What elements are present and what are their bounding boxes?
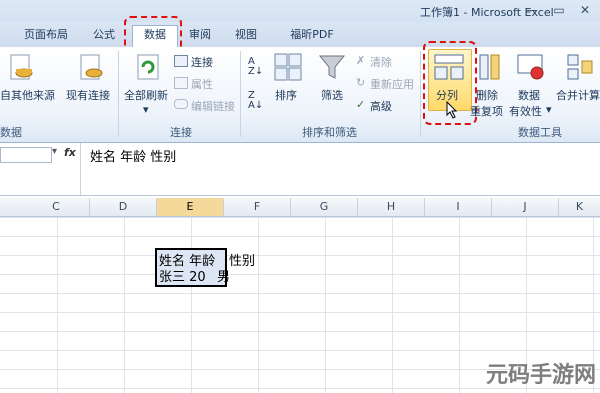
connections-icon — [174, 55, 188, 67]
filter-icon — [318, 55, 346, 79]
formula-bar: ▾ fx 姓名 年龄 性别 — [0, 143, 600, 196]
group-label-sort-filter: 排序和筛选 — [302, 126, 357, 139]
group-label-connections: 连接 — [170, 126, 192, 139]
group-separator — [240, 51, 241, 137]
sort-descending-icon[interactable]: Z A↓ — [248, 91, 263, 111]
column-header[interactable]: H — [358, 198, 425, 216]
sort-icon — [274, 53, 302, 81]
column-header[interactable]: C — [23, 198, 90, 216]
maximize-icon[interactable]: ▭ — [548, 3, 570, 18]
column-header[interactable]: I — [425, 198, 492, 216]
consolidate-button[interactable]: 合并计算 — [556, 87, 600, 103]
formula-input[interactable]: 姓名 年龄 性别 — [90, 146, 176, 165]
formula-divider — [80, 143, 81, 195]
connections-button[interactable]: 连接 — [191, 54, 213, 70]
remove-duplicates-label-2[interactable]: 重复项 — [470, 103, 503, 119]
tab-foxit-pdf[interactable]: 福昕PDF — [280, 26, 344, 46]
refresh-all-icon — [137, 54, 159, 80]
consolidate-icon — [567, 54, 593, 80]
name-box-dropdown-icon[interactable]: ▾ — [52, 146, 57, 157]
name-box[interactable] — [0, 147, 52, 163]
remove-duplicates-icon — [479, 54, 500, 80]
edit-links-icon — [174, 99, 188, 109]
reapply-button[interactable]: 重新应用 — [370, 76, 414, 92]
filter-button[interactable]: 筛选 — [321, 87, 343, 103]
close-icon[interactable]: ✕ — [574, 3, 596, 18]
group-label-data: 数据 — [0, 126, 22, 139]
existing-connections-button[interactable]: 现有连接 — [66, 87, 110, 103]
cell-e2-overflow[interactable]: 男 — [217, 266, 230, 285]
edit-links-button[interactable]: 编辑链接 — [191, 98, 235, 114]
clear-icon: ✗ — [356, 54, 366, 67]
column-header[interactable]: D — [90, 198, 157, 216]
watermark: 元码手游网 — [485, 363, 596, 388]
refresh-all-button[interactable]: 全部刷新 — [124, 87, 168, 103]
data-validation-dropdown-icon[interactable]: ▾ — [546, 103, 552, 116]
insert-function-icon[interactable]: fx — [64, 146, 76, 159]
title-bar: 工作簿1 - Microsoft Excel — ▭ ✕ — [0, 0, 600, 22]
highlight-text-to-columns — [423, 41, 477, 125]
remove-duplicates-label-1[interactable]: 删除 — [476, 87, 498, 103]
tab-review[interactable]: 审阅 — [182, 26, 218, 46]
group-label-data-tools: 数据工具 — [518, 126, 562, 139]
data-validation-label-1[interactable]: 数据 — [518, 87, 540, 103]
column-header-selected[interactable]: E — [157, 198, 224, 216]
group-separator — [420, 51, 421, 137]
data-validation-label-2[interactable]: 有效性 — [509, 103, 542, 119]
refresh-dropdown-icon[interactable]: ▾ — [143, 103, 149, 116]
column-header[interactable]: G — [291, 198, 358, 216]
clear-button[interactable]: 清除 — [370, 54, 392, 70]
properties-icon — [174, 77, 188, 89]
advanced-filter-icon: ✓ — [356, 98, 366, 111]
tab-view[interactable]: 视图 — [226, 26, 266, 46]
reapply-icon: ↻ — [356, 76, 366, 89]
sort-button[interactable]: 排序 — [275, 87, 297, 103]
group-separator — [118, 51, 119, 137]
data-validation-icon — [517, 54, 544, 80]
ribbon-tab-bar: 页面布局 公式 数据 审阅 视图 福昕PDF — [0, 22, 600, 48]
existing-connections-icon — [80, 54, 103, 80]
column-header[interactable]: J — [492, 198, 559, 216]
database-icon — [10, 54, 33, 80]
column-header-row: C D E F G H I J K — [0, 198, 600, 217]
get-external-data-button[interactable]: 自其他来源 — [0, 87, 55, 103]
ribbon-panel: 自其他来源 现有连接 数据 全部刷新 ▾ 连接 属性 编辑链接 连接 A Z↓ Z… — [0, 41, 600, 143]
column-header[interactable]: F — [224, 198, 291, 216]
properties-button[interactable]: 属性 — [191, 76, 213, 92]
tab-formulas[interactable]: 公式 — [84, 26, 124, 46]
sort-ascending-icon[interactable]: A Z↓ — [248, 57, 263, 77]
column-header[interactable]: K — [559, 198, 600, 216]
cell-f1[interactable]: 性别 — [229, 250, 255, 269]
advanced-button[interactable]: 高级 — [370, 98, 392, 114]
minimize-icon[interactable]: — — [520, 3, 542, 18]
tab-page-layout[interactable]: 页面布局 — [18, 26, 74, 46]
cell-e2[interactable]: 张三 20 — [159, 266, 206, 285]
